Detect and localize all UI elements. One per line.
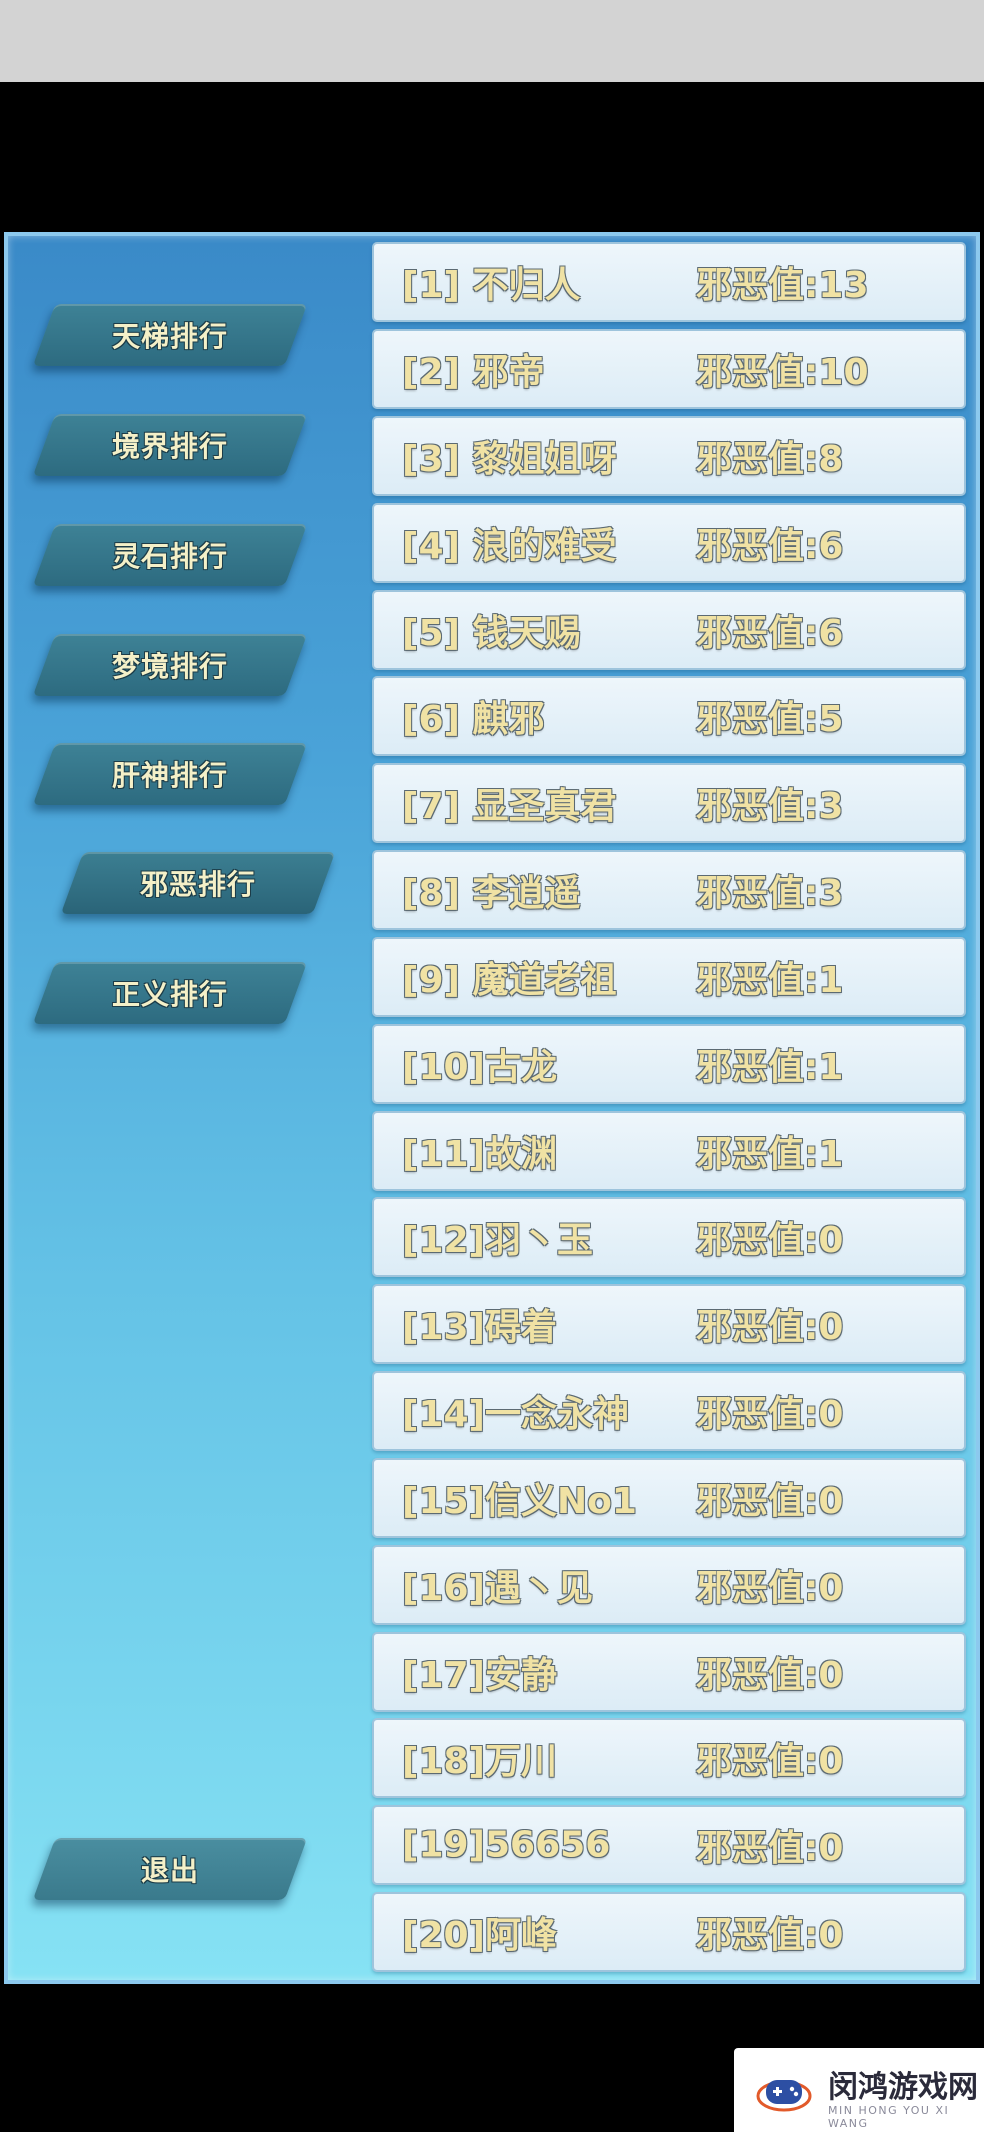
evil-value: 邪恶值:0	[696, 1394, 844, 1435]
ranking-row: [5] 钱天赐 邪恶值:6	[372, 590, 966, 670]
evil-value: 邪恶值:1	[696, 960, 844, 1001]
ranking-row: [11]故渊 邪恶值:1	[372, 1111, 966, 1191]
rank-name: [14]一念永神	[402, 1394, 630, 1435]
rank-name: [1] 不归人	[402, 265, 581, 306]
ranking-row: [15]信义No1 邪恶值:0	[372, 1458, 966, 1538]
evil-value: 邪恶值:0	[696, 1481, 844, 1522]
nav-evil-ranking[interactable]: 邪恶排行	[60, 852, 336, 914]
ranking-row: [3] 黎姐姐呀 邪恶值:8	[372, 416, 966, 496]
evil-value: 邪恶值:0	[696, 1655, 844, 1696]
evil-value: 邪恶值:6	[696, 526, 844, 567]
ranking-row: [13]碍着 邪恶值:0	[372, 1284, 966, 1364]
nav-label: 肝神排行	[111, 759, 228, 792]
ranking-row: [17]安静 邪恶值:0	[372, 1632, 966, 1712]
nav-label: 梦境排行	[111, 650, 228, 683]
evil-value: 邪恶值:0	[696, 1307, 844, 1348]
nav-label: 邪恶排行	[139, 868, 256, 901]
rank-name: [11]故渊	[402, 1134, 558, 1175]
ranking-row: [7] 显圣真君 邪恶值:3	[372, 763, 966, 843]
evil-value: 邪恶值:0	[696, 1915, 844, 1956]
evil-value: 邪恶值:3	[696, 786, 844, 827]
evil-value: 邪恶值:0	[696, 1568, 844, 1609]
rank-name: [15]信义No1	[402, 1481, 637, 1522]
rank-name: [16]遇丶见	[402, 1568, 594, 1609]
rank-name: [2] 邪帝	[402, 352, 545, 393]
nav-spirit-stone-ranking[interactable]: 灵石排行	[32, 524, 308, 586]
nav-label: 境界排行	[111, 430, 228, 463]
evil-value: 邪恶值:10	[696, 352, 869, 393]
ranking-row: [10]古龙 邪恶值:1	[372, 1024, 966, 1104]
rank-name: [5] 钱天赐	[402, 613, 581, 654]
gamepad-logo-icon	[756, 2080, 812, 2112]
rank-name: [13]碍着	[402, 1307, 558, 1348]
ranking-row: [9] 魔道老祖 邪恶值:1	[372, 937, 966, 1017]
nav-dream-ranking[interactable]: 梦境排行	[32, 634, 308, 696]
ranking-row: [19]56656 邪恶值:0	[372, 1805, 966, 1885]
evil-value: 邪恶值:6	[696, 613, 844, 654]
evil-value: 邪恶值:8	[696, 439, 844, 480]
rank-name: [9] 魔道老祖	[402, 960, 617, 1001]
ranking-row: [20]阿峰 邪恶值:0	[372, 1892, 966, 1972]
rank-name: [3] 黎姐姐呀	[402, 439, 617, 480]
rank-name: [17]安静	[402, 1655, 558, 1696]
evil-value: 邪恶值:0	[696, 1828, 844, 1869]
nav-label: 天梯排行	[111, 320, 228, 353]
evil-value: 邪恶值:1	[696, 1134, 844, 1175]
ranking-row: [16]遇丶见 邪恶值:0	[372, 1545, 966, 1625]
evil-value: 邪恶值:5	[696, 699, 844, 740]
evil-value: 邪恶值:0	[696, 1741, 844, 1782]
rank-name: [7] 显圣真君	[402, 786, 617, 827]
rank-name: [18]万川	[402, 1741, 558, 1782]
ranking-row: [8] 李逍遥 邪恶值:3	[372, 850, 966, 930]
nav-grind-ranking[interactable]: 肝神排行	[32, 743, 308, 805]
ranking-row: [14]一念永神 邪恶值:0	[372, 1371, 966, 1451]
nav-label: 灵石排行	[111, 540, 228, 573]
ranking-row: [4] 浪的难受 邪恶值:6	[372, 503, 966, 583]
nav-label: 正义排行	[111, 978, 228, 1011]
rank-name: [6] 麒邪	[402, 699, 545, 740]
exit-label: 退出	[140, 1854, 199, 1887]
nav-ladder-ranking[interactable]: 天梯排行	[32, 304, 308, 366]
ranking-row: [18]万川 邪恶值:0	[372, 1718, 966, 1798]
watermark-subtitle: MIN HONG YOU XI WANG	[828, 2104, 950, 2130]
ranking-row: [12]羽丶玉 邪恶值:0	[372, 1197, 966, 1277]
nav-justice-ranking[interactable]: 正义排行	[32, 962, 308, 1024]
watermark: 闵鸿游戏网 MIN HONG YOU XI WANG	[734, 2048, 984, 2132]
ranking-row: [6] 麒邪 邪恶值:5	[372, 676, 966, 756]
ranking-row: [2] 邪帝 邪恶值:10	[372, 329, 966, 409]
rank-name: [20]阿峰	[402, 1915, 558, 1956]
exit-button[interactable]: 退出	[32, 1838, 308, 1900]
rank-name: [12]羽丶玉	[402, 1220, 594, 1261]
watermark-title: 闵鸿游戏网	[828, 2070, 978, 2105]
rank-name: [10]古龙	[402, 1047, 558, 1088]
nav-realm-ranking[interactable]: 境界排行	[32, 414, 308, 476]
top-black-bar	[0, 82, 984, 232]
ranking-row: [1] 不归人 邪恶值:13	[372, 242, 966, 322]
status-bar	[0, 0, 984, 82]
rank-name: [19]56656	[402, 1824, 611, 1866]
evil-value: 邪恶值:1	[696, 1047, 844, 1088]
rank-name: [8] 李逍遥	[402, 873, 581, 914]
evil-value: 邪恶值:0	[696, 1220, 844, 1261]
rank-name: [4] 浪的难受	[402, 526, 617, 567]
evil-value: 邪恶值:13	[696, 265, 869, 306]
evil-value: 邪恶值:3	[696, 873, 844, 914]
